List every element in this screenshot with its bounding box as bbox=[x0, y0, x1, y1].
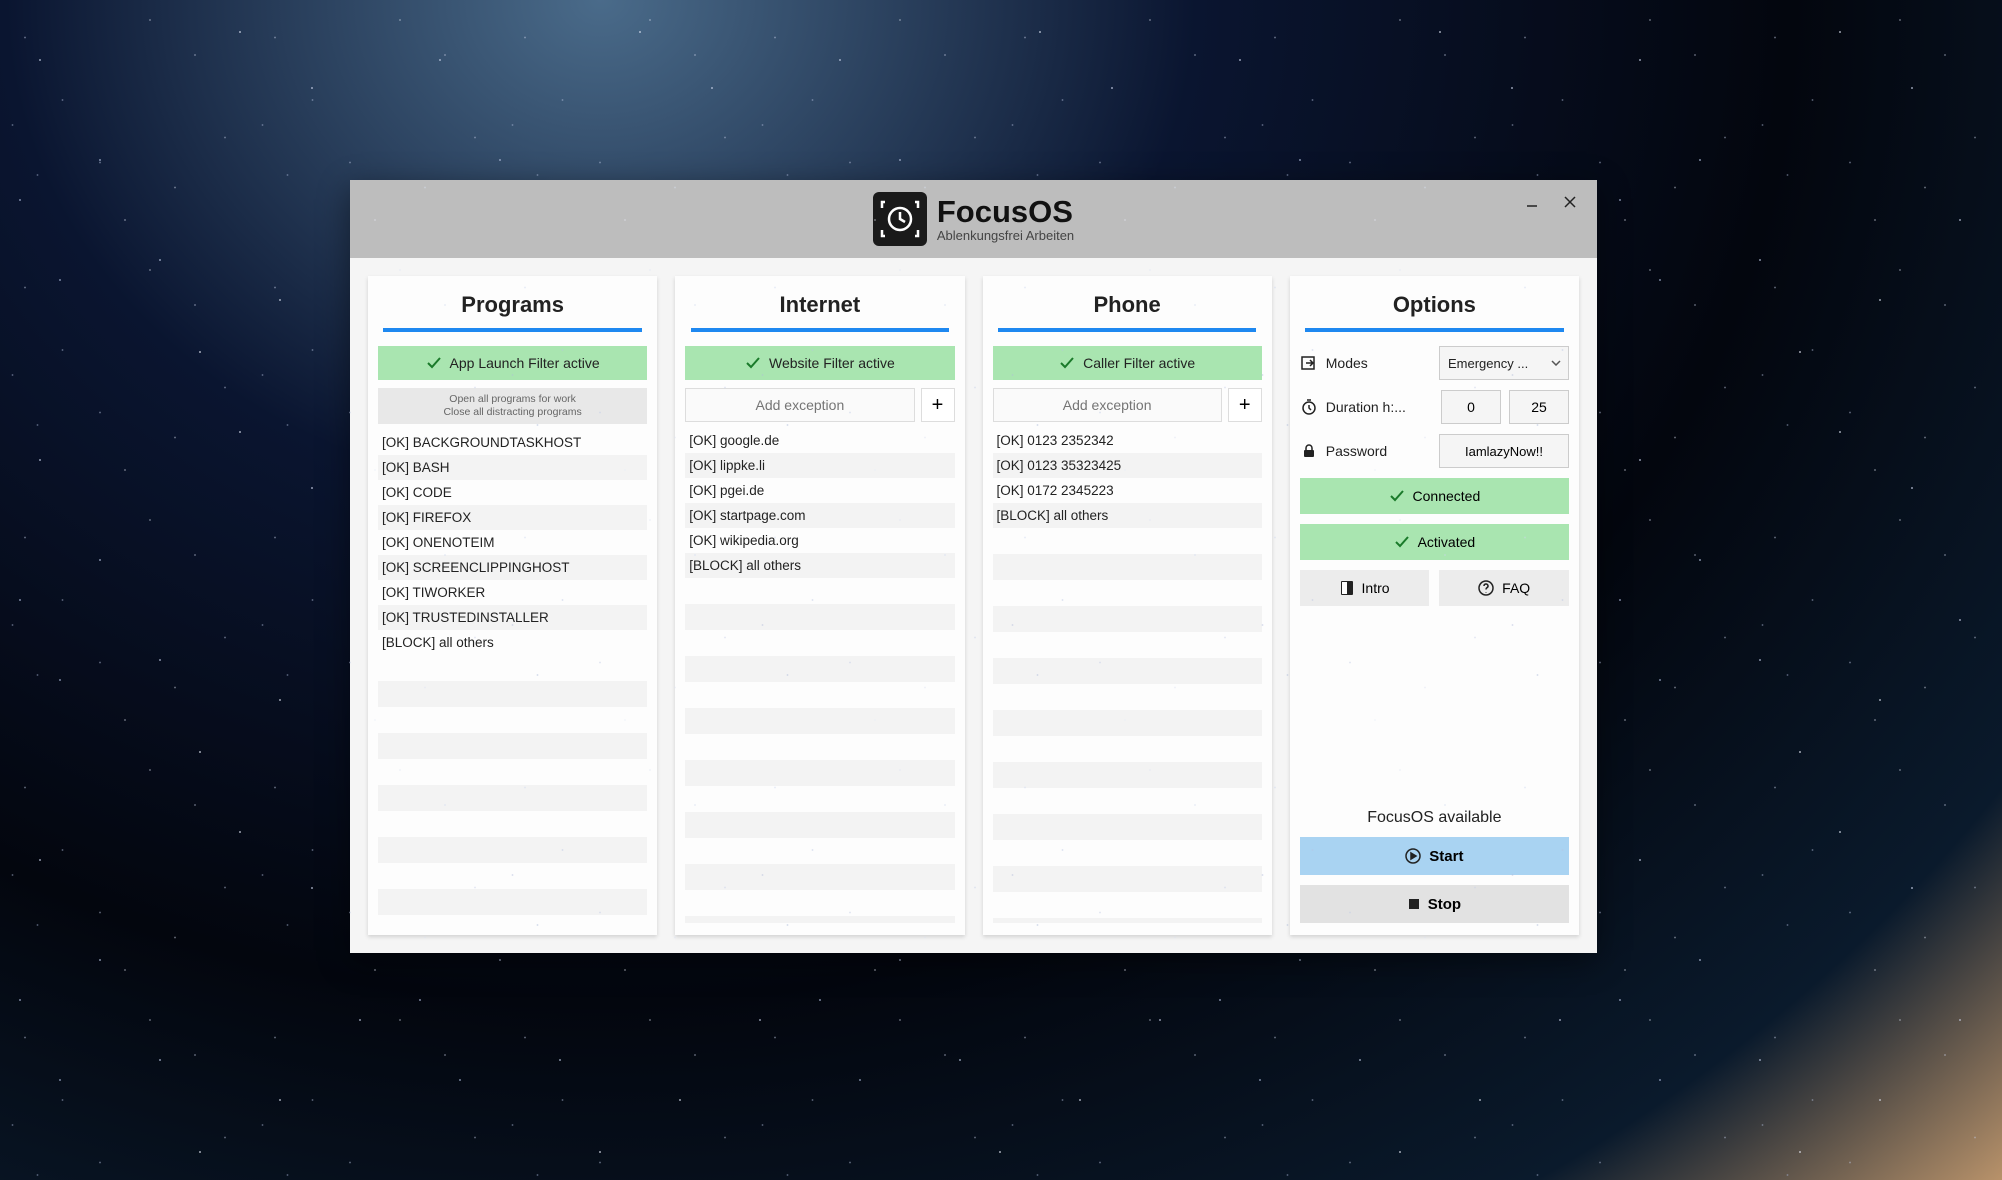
titlebar: FocusOS Ablenkungsfrei Arbeiten bbox=[350, 180, 1597, 258]
list-item[interactable]: [OK] FIREFOX bbox=[378, 505, 647, 530]
app-logo-icon bbox=[873, 192, 927, 246]
app-title: FocusOS bbox=[937, 195, 1074, 229]
programs-filter-label: App Launch Filter active bbox=[450, 355, 600, 371]
list-item[interactable]: [OK] ONENOTEIM bbox=[378, 530, 647, 555]
connected-status[interactable]: Connected bbox=[1300, 478, 1569, 514]
programs-list: [OK] BACKGROUNDTASKHOST [OK] BASH [OK] C… bbox=[378, 430, 647, 923]
start-button[interactable]: Start bbox=[1300, 837, 1569, 875]
list-item[interactable]: [OK] TIWORKER bbox=[378, 580, 647, 605]
timer-icon bbox=[1300, 398, 1318, 416]
duration-hours-input[interactable] bbox=[1441, 390, 1501, 424]
programs-panel: Programs App Launch Filter active Open a… bbox=[368, 276, 657, 935]
internet-panel: Internet Website Filter active + [OK] go… bbox=[675, 276, 964, 935]
phone-panel: Phone Caller Filter active + [OK] 0123 2… bbox=[983, 276, 1272, 935]
internet-add-button[interactable]: + bbox=[921, 388, 955, 422]
stop-button[interactable]: Stop bbox=[1300, 885, 1569, 923]
list-item[interactable]: [OK] 0172 2345223 bbox=[993, 478, 1262, 503]
phone-filter-status[interactable]: Caller Filter active bbox=[993, 346, 1262, 380]
content-area: Programs App Launch Filter active Open a… bbox=[350, 258, 1597, 953]
check-icon bbox=[745, 355, 761, 371]
check-icon bbox=[1059, 355, 1075, 371]
internet-filter-label: Website Filter active bbox=[769, 355, 895, 371]
list-item[interactable]: [OK] SCREENCLIPPINGHOST bbox=[378, 555, 647, 580]
list-item[interactable]: [OK] startpage.com bbox=[685, 503, 954, 528]
list-item[interactable]: [OK] lippke.li bbox=[685, 453, 954, 478]
book-icon bbox=[1340, 580, 1354, 596]
options-panel: Options Modes Duration h:... Password bbox=[1290, 276, 1579, 935]
options-title: Options bbox=[1300, 286, 1569, 328]
internet-exception-input[interactable] bbox=[685, 388, 914, 422]
password-label: Password bbox=[1326, 443, 1431, 459]
phone-title: Phone bbox=[993, 286, 1262, 328]
plus-icon: + bbox=[932, 394, 944, 417]
stop-icon bbox=[1408, 898, 1420, 910]
list-item[interactable]: [BLOCK] all others bbox=[378, 630, 647, 655]
list-item[interactable]: [OK] google.de bbox=[685, 428, 954, 453]
duration-label: Duration h:... bbox=[1326, 399, 1433, 415]
programs-title: Programs bbox=[378, 286, 647, 328]
list-item[interactable]: [OK] pgei.de bbox=[685, 478, 954, 503]
programs-hint[interactable]: Open all programs for work Close all dis… bbox=[378, 388, 647, 424]
password-input[interactable] bbox=[1439, 434, 1569, 468]
internet-list: [OK] google.de [OK] lippke.li [OK] pgei.… bbox=[685, 428, 954, 923]
lock-icon bbox=[1300, 442, 1318, 460]
check-icon bbox=[1394, 534, 1410, 550]
play-icon bbox=[1405, 848, 1421, 864]
close-button[interactable] bbox=[1551, 188, 1589, 216]
app-subtitle: Ablenkungsfrei Arbeiten bbox=[937, 229, 1074, 243]
activated-status[interactable]: Activated bbox=[1300, 524, 1569, 560]
minimize-button[interactable] bbox=[1513, 188, 1551, 216]
intro-button[interactable]: Intro bbox=[1300, 570, 1430, 606]
check-icon bbox=[1389, 488, 1405, 504]
internet-title: Internet bbox=[685, 286, 954, 328]
list-item[interactable]: [OK] CODE bbox=[378, 480, 647, 505]
modes-icon bbox=[1300, 354, 1318, 372]
plus-icon: + bbox=[1239, 394, 1251, 417]
list-item[interactable]: [BLOCK] all others bbox=[993, 503, 1262, 528]
phone-exception-input[interactable] bbox=[993, 388, 1222, 422]
list-item[interactable]: [OK] 0123 2352342 bbox=[993, 428, 1262, 453]
check-icon bbox=[426, 355, 442, 371]
list-item[interactable]: [OK] TRUSTEDINSTALLER bbox=[378, 605, 647, 630]
phone-list: [OK] 0123 2352342 [OK] 0123 35323425 [OK… bbox=[993, 428, 1262, 923]
modes-select[interactable] bbox=[1439, 346, 1569, 380]
phone-filter-label: Caller Filter active bbox=[1083, 355, 1195, 371]
app-window: FocusOS Ablenkungsfrei Arbeiten Programs… bbox=[350, 180, 1597, 953]
list-item[interactable]: [OK] wikipedia.org bbox=[685, 528, 954, 553]
faq-button[interactable]: FAQ bbox=[1439, 570, 1569, 606]
available-label: FocusOS available bbox=[1300, 809, 1569, 827]
programs-filter-status[interactable]: App Launch Filter active bbox=[378, 346, 647, 380]
list-item[interactable]: [BLOCK] all others bbox=[685, 553, 954, 578]
duration-minutes-input[interactable] bbox=[1509, 390, 1569, 424]
phone-add-button[interactable]: + bbox=[1228, 388, 1262, 422]
internet-filter-status[interactable]: Website Filter active bbox=[685, 346, 954, 380]
list-item[interactable]: [OK] BASH bbox=[378, 455, 647, 480]
help-icon bbox=[1478, 580, 1494, 596]
list-item[interactable]: [OK] BACKGROUNDTASKHOST bbox=[378, 430, 647, 455]
list-item[interactable]: [OK] 0123 35323425 bbox=[993, 453, 1262, 478]
modes-label: Modes bbox=[1326, 355, 1431, 371]
